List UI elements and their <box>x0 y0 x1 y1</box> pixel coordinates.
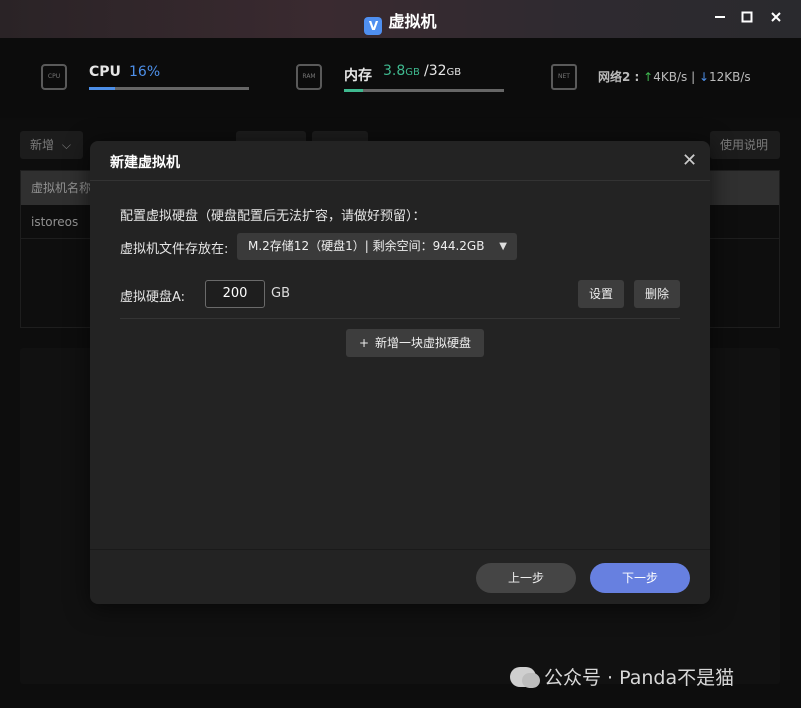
divider <box>120 318 680 319</box>
cpu-usage-bar <box>89 87 249 90</box>
ram-total: /32GB <box>424 63 461 79</box>
ram-total-unit: GB <box>446 67 462 78</box>
disk-size-unit: GB <box>271 286 290 301</box>
network-stats: 网络2 : ↑4KB/s | ↓12KB/s <box>598 68 751 85</box>
disk-size-input[interactable]: 200 <box>205 280 265 308</box>
network-separator: | <box>691 70 696 84</box>
new-vm-dialog: 新建虚拟机 ✕ 配置虚拟硬盘（硬盘配置后无法扩容，请做好预留）： 虚拟机文件存放… <box>90 141 710 604</box>
ram-chip-icon: RAM <box>296 64 322 90</box>
download-speed: 12KB/s <box>709 70 751 84</box>
ram-label: 内存 <box>344 68 372 84</box>
ram-used-unit: GB <box>405 67 420 78</box>
close-window-icon[interactable] <box>766 9 786 29</box>
watermark: 公众号 · Panda不是猫 <box>510 663 734 690</box>
ram-usage-bar <box>344 89 504 92</box>
ram-total-value: 32 <box>428 63 447 79</box>
network-icon: NET <box>551 64 577 90</box>
ram-used-value: 3.8 <box>383 63 406 79</box>
plus-icon: + <box>358 336 370 350</box>
network-label: 网络2 : <box>598 70 640 84</box>
ram-used: 3.8GB <box>383 63 420 79</box>
disk-a-label: 虚拟硬盘A: <box>120 290 186 305</box>
close-icon[interactable]: ✕ <box>682 151 697 171</box>
resource-stats: CPU CPU 16% RAM 内存 3.8GB /32GB NET 网络2 :… <box>0 38 801 118</box>
maximize-icon[interactable] <box>737 9 757 29</box>
cpu-label: CPU <box>89 64 121 80</box>
disk-delete-button[interactable]: 删除 <box>634 280 680 308</box>
upload-arrow-icon: ↑ <box>643 70 654 84</box>
title-bar: V 虚拟机 <box>0 0 801 38</box>
dialog-header: 新建虚拟机 ✕ <box>90 141 710 181</box>
upload-speed: 4KB/s <box>653 70 688 84</box>
app-title-text: 虚拟机 <box>388 12 437 31</box>
wechat-icon <box>510 667 540 688</box>
add-disk-label: 新增一块虚拟硬盘 <box>375 336 472 350</box>
storage-location-label: 虚拟机文件存放在: <box>120 242 229 257</box>
section-title: 配置虚拟硬盘（硬盘配置后无法扩容，请做好预留）： <box>120 209 426 224</box>
previous-step-button[interactable]: 上一步 <box>476 563 576 593</box>
next-step-button[interactable]: 下一步 <box>590 563 690 593</box>
cpu-value: 16% <box>129 64 161 80</box>
watermark-text: 公众号 · Panda不是猫 <box>544 667 735 689</box>
disk-settings-button[interactable]: 设置 <box>578 280 624 308</box>
cpu-chip-icon: CPU <box>41 64 67 90</box>
footer-divider <box>90 549 710 550</box>
download-arrow-icon: ↓ <box>698 70 710 84</box>
ram-usage-fill <box>344 89 364 92</box>
caret-down-icon: ▼ <box>499 241 507 252</box>
storage-location-value: M.2存储12（硬盘1）| 剩余空间：944.2GB <box>248 239 485 253</box>
storage-location-select[interactable]: M.2存储12（硬盘1）| 剩余空间：944.2GB ▼ <box>237 233 517 260</box>
cpu-usage-fill <box>89 87 115 90</box>
add-disk-button[interactable]: + 新增一块虚拟硬盘 <box>346 329 484 357</box>
app-logo-icon: V <box>364 17 383 35</box>
app-title: V 虚拟机 <box>0 8 801 35</box>
dialog-title: 新建虚拟机 <box>110 155 180 171</box>
minimize-icon[interactable] <box>710 9 730 29</box>
